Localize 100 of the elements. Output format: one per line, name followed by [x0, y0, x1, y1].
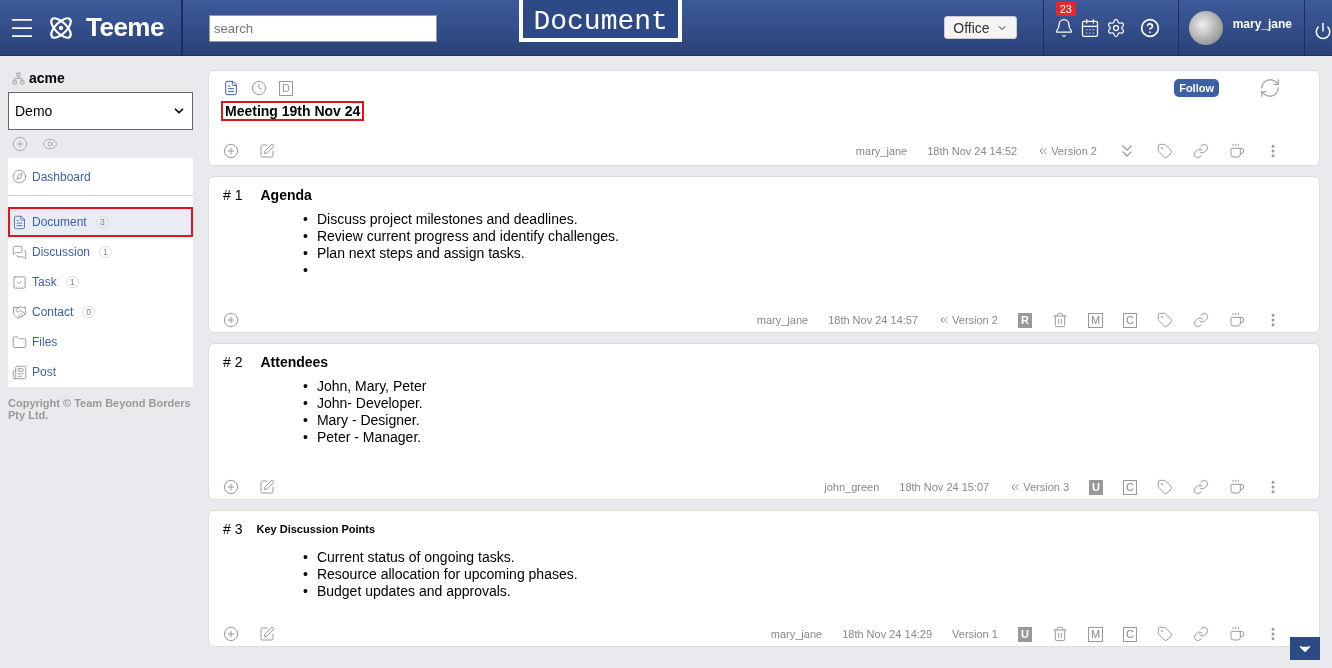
tag-icon[interactable] [1157, 479, 1173, 495]
section-number: # 1 [223, 187, 243, 203]
help-icon[interactable] [1139, 17, 1160, 38]
scroll-down-button[interactable] [1290, 637, 1320, 660]
document-icon [223, 80, 239, 96]
add-icon[interactable] [12, 136, 28, 152]
double-chevron-icon[interactable] [938, 314, 951, 326]
sidebar-item[interactable]: Files [8, 327, 193, 357]
add-icon[interactable] [223, 143, 239, 159]
section-heading: Key Discussion Points [256, 523, 376, 535]
tag-icon[interactable] [1157, 626, 1173, 642]
add-icon[interactable] [223, 312, 239, 328]
double-chevron-icon[interactable] [1009, 481, 1022, 493]
org-name: acme [29, 70, 65, 86]
author-name: mary_jane [770, 628, 823, 640]
sidebar-item[interactable]: Dashboard [8, 158, 193, 196]
settings-icon[interactable] [1105, 17, 1126, 38]
bullet-item: John- Developer. [316, 395, 423, 412]
sidebar-item[interactable]: Document 3 [8, 207, 193, 237]
sidebar-item[interactable]: Post [8, 357, 193, 387]
bullet-item: John, Mary, Peter [316, 378, 427, 395]
section-heading: Agenda [260, 187, 312, 203]
notification-count: 23 [1055, 1, 1076, 16]
author-name: mary_jane [855, 145, 908, 157]
section-heading: Attendees [260, 354, 329, 370]
timestamp: 18th Nov 24 15:07 [899, 481, 990, 493]
letter-badge[interactable]: M [1087, 626, 1104, 642]
bullet-item: Peter - Manager. [316, 429, 422, 446]
document-icon [12, 214, 27, 230]
workplace-dropdown[interactable]: Office [944, 16, 1017, 39]
power-icon[interactable] [1314, 21, 1332, 40]
tag-icon[interactable] [1157, 312, 1173, 328]
brand-name: Teeme [86, 12, 164, 43]
bullet-marker: • [303, 429, 308, 446]
link-icon[interactable] [1193, 312, 1209, 328]
tag-icon[interactable] [1157, 143, 1173, 159]
document-title: Meeting 19th Nov 24 [223, 103, 363, 119]
edit-icon[interactable] [259, 143, 275, 159]
double-chevron-icon[interactable] [1037, 145, 1050, 157]
follow-button[interactable]: Follow [1174, 79, 1219, 97]
add-icon[interactable] [223, 479, 239, 495]
link-icon[interactable] [1193, 143, 1209, 159]
view-tab[interactable]: D [279, 80, 293, 96]
bullet-item: Mary - Designer. [316, 412, 420, 429]
bullet-item: Resource allocation for upcoming phases. [316, 566, 578, 583]
view-tab[interactable] [223, 80, 239, 96]
cup-icon[interactable] [1229, 312, 1245, 328]
refresh-icon[interactable] [1259, 77, 1281, 99]
user-name[interactable]: mary_jane [1232, 16, 1292, 31]
version-link[interactable]: Version 3 [1009, 481, 1070, 493]
letter-badge[interactable]: C [1123, 626, 1137, 642]
view-tab[interactable] [251, 80, 267, 96]
calendar-icon[interactable] [1079, 17, 1100, 38]
compass-icon [12, 169, 27, 184]
bullet-item: Current status of ongoing tasks. [316, 549, 515, 566]
bullet-marker: • [303, 245, 308, 262]
author-name: john_green [824, 481, 880, 493]
link-icon[interactable] [1193, 626, 1209, 642]
link-icon[interactable] [1193, 479, 1209, 495]
checkbox-icon [12, 274, 27, 290]
cup-icon[interactable] [1229, 143, 1245, 159]
space-select[interactable]: Demo [8, 92, 193, 130]
trash-icon[interactable] [1051, 626, 1068, 642]
letter-badge[interactable]: M [1087, 312, 1104, 328]
bullet-marker: • [303, 211, 308, 228]
cup-icon[interactable] [1229, 626, 1245, 642]
timestamp: 18th Nov 24 14:57 [828, 314, 919, 326]
bullet-marker: • [303, 566, 308, 583]
bullet-marker: • [303, 228, 308, 245]
letter-badge[interactable]: R [1017, 312, 1032, 328]
post-icon [12, 364, 27, 380]
sidebar-item[interactable]: Contact 0 [8, 297, 193, 327]
trash-icon[interactable] [1051, 312, 1068, 328]
timestamp: 18th Nov 24 14:29 [842, 628, 933, 640]
cup-icon[interactable] [1229, 479, 1245, 495]
add-icon[interactable] [223, 626, 239, 642]
section-number: # 2 [223, 354, 243, 370]
avatar[interactable] [1188, 10, 1223, 45]
org-icon [12, 71, 25, 85]
bell-icon[interactable] [1053, 17, 1074, 38]
sidebar-item[interactable]: Task 1 [8, 267, 193, 297]
version-link[interactable]: Version 2 [938, 314, 998, 326]
letter-badge[interactable]: C [1123, 479, 1137, 495]
letter-badge[interactable]: C [1123, 312, 1137, 328]
bullet-marker: • [303, 583, 308, 600]
bullet-item: Review current progress and identify challenges. [316, 228, 619, 245]
version-link[interactable]: Version 1 [952, 628, 998, 640]
letter-badge[interactable]: U [1089, 479, 1104, 495]
clock-icon [251, 80, 267, 96]
eye-icon[interactable] [42, 136, 58, 152]
letter-badge[interactable]: U [1017, 626, 1032, 642]
version-link[interactable]: Version 2 [1037, 145, 1097, 157]
sidebar-item[interactable]: Discussion 1 [8, 237, 193, 267]
bullet-item: Discuss project milestones and deadlines. [316, 211, 578, 228]
page-title: Document [519, 0, 682, 42]
bullet-marker: • [303, 378, 308, 395]
edit-icon[interactable] [259, 626, 275, 642]
edit-icon[interactable] [259, 479, 275, 495]
bullet-item: Plan next steps and assign tasks. [316, 245, 525, 262]
search-field[interactable]: search [209, 15, 437, 42]
